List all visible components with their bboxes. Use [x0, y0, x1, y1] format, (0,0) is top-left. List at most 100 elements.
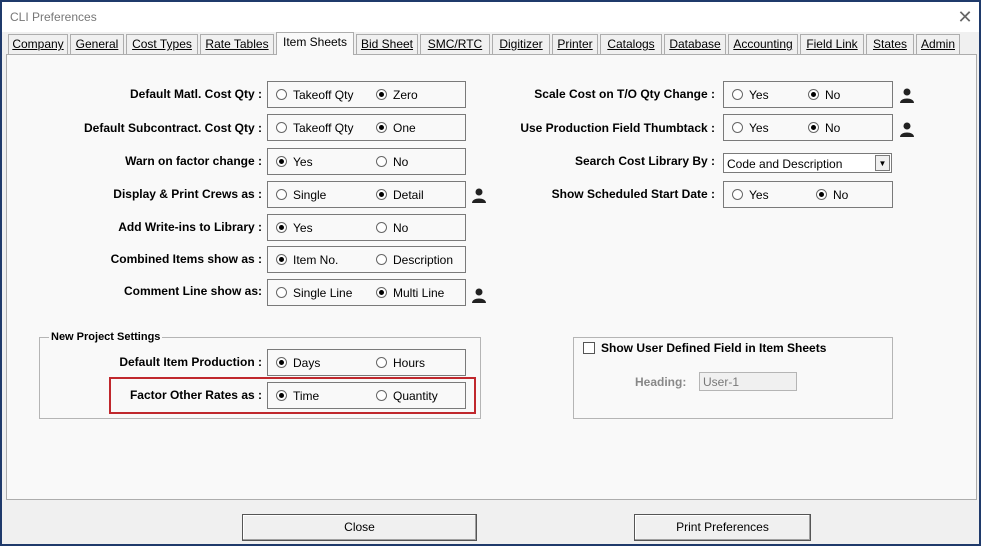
comment-line-group: Single Line Multi Line: [267, 279, 466, 306]
tab-accounting[interactable]: Accounting: [728, 34, 798, 54]
radio-selected-icon: [376, 287, 387, 298]
tab-field-link[interactable]: Field Link: [800, 34, 864, 54]
radio-icon: [732, 122, 743, 133]
item-production-label: Default Item Production :: [119, 355, 262, 369]
factor-rates-highlight: [109, 377, 476, 414]
comment-single-line-radio[interactable]: Single Line: [276, 286, 352, 300]
item-production-group: Days Hours: [267, 349, 466, 376]
search-library-value: Code and Description: [727, 157, 843, 171]
radio-selected-icon: [276, 222, 287, 233]
user-icon: [900, 88, 914, 103]
new-project-settings-title: New Project Settings: [49, 331, 163, 343]
user-icon: [472, 288, 486, 303]
tab-admin[interactable]: Admin: [916, 34, 960, 54]
tab-company[interactable]: Company: [8, 34, 68, 54]
subcontract-cost-qty-label: Default Subcontract. Cost Qty :: [83, 121, 262, 135]
heading-input[interactable]: User-1: [699, 372, 797, 391]
close-button[interactable]: Close: [242, 514, 477, 541]
radio-icon: [732, 189, 743, 200]
matl-cost-qty-group: Takeoff Qty Zero: [267, 81, 466, 108]
matl-takeoff-qty-radio[interactable]: Takeoff Qty: [276, 88, 353, 102]
radio-selected-icon: [808, 89, 819, 100]
radio-selected-icon: [276, 357, 287, 368]
radio-icon: [376, 357, 387, 368]
heading-label: Heading:: [635, 375, 687, 389]
display-crews-group: Single Detail: [267, 181, 466, 208]
scale-no-radio[interactable]: No: [808, 88, 840, 102]
user-icon: [900, 122, 914, 137]
show-user-defined-label: Show User Defined Field in Item Sheets: [601, 341, 827, 355]
sub-takeoff-qty-radio[interactable]: Takeoff Qty: [276, 121, 353, 135]
radio-icon: [276, 189, 287, 200]
close-icon[interactable]: ✕: [954, 6, 976, 28]
radio-icon: [276, 89, 287, 100]
tab-printer[interactable]: Printer: [552, 34, 598, 54]
radio-selected-icon: [808, 122, 819, 133]
production-hours-radio[interactable]: Hours: [376, 356, 425, 370]
warn-yes-radio[interactable]: Yes: [276, 155, 313, 169]
window-title: CLI Preferences: [10, 10, 97, 24]
title-bar: CLI Preferences ✕: [2, 2, 979, 32]
combined-items-label: Combined Items show as :: [110, 252, 262, 266]
write-ins-label: Add Write-ins to Library :: [118, 220, 262, 234]
subcontract-cost-qty-group: Takeoff Qty One: [267, 114, 466, 141]
crews-single-radio[interactable]: Single: [276, 188, 326, 202]
item-sheets-panel: Default Matl. Cost Qty : Takeoff Qty Zer…: [6, 54, 977, 500]
scale-cost-label: Scale Cost on T/O Qty Change :: [534, 87, 715, 101]
production-days-radio[interactable]: Days: [276, 356, 320, 370]
combined-description-radio[interactable]: Description: [376, 253, 453, 267]
start-date-label: Show Scheduled Start Date :: [551, 187, 715, 201]
tab-general[interactable]: General: [70, 34, 124, 54]
radio-icon: [376, 222, 387, 233]
display-crews-label: Display & Print Crews as :: [113, 187, 262, 201]
start-date-yes-radio[interactable]: Yes: [732, 188, 769, 202]
tab-cost-types[interactable]: Cost Types: [126, 34, 198, 54]
thumbtack-no-radio[interactable]: No: [808, 121, 840, 135]
tab-states[interactable]: States: [866, 34, 914, 54]
preferences-window: CLI Preferences ✕ Company General Cost T…: [0, 0, 981, 546]
tab-database[interactable]: Database: [664, 34, 726, 54]
combined-items-group: Item No. Description: [267, 246, 466, 273]
start-date-group: Yes No: [723, 181, 893, 208]
radio-selected-icon: [276, 156, 287, 167]
comment-line-label: Comment Line show as:: [123, 284, 262, 298]
print-preferences-button[interactable]: Print Preferences: [634, 514, 811, 541]
radio-icon: [732, 89, 743, 100]
radio-selected-icon: [376, 189, 387, 200]
write-ins-yes-radio[interactable]: Yes: [276, 221, 313, 235]
write-ins-group: Yes No: [267, 214, 466, 241]
thumbtack-yes-radio[interactable]: Yes: [732, 121, 769, 135]
matl-cost-qty-label: Default Matl. Cost Qty :: [129, 87, 262, 101]
radio-selected-icon: [376, 122, 387, 133]
warn-factor-group: Yes No: [267, 148, 466, 175]
tab-smc-rtc[interactable]: SMC/RTC: [420, 34, 490, 54]
chevron-down-icon[interactable]: ▼: [875, 155, 890, 171]
tab-catalogs[interactable]: Catalogs: [600, 34, 662, 54]
sub-one-radio[interactable]: One: [376, 121, 416, 135]
matl-zero-radio[interactable]: Zero: [376, 88, 418, 102]
scale-yes-radio[interactable]: Yes: [732, 88, 769, 102]
combined-item-no-radio[interactable]: Item No.: [276, 253, 338, 267]
thumbtack-group: Yes No: [723, 114, 893, 141]
search-library-dropdown[interactable]: Code and Description ▼: [723, 153, 892, 173]
warn-factor-label: Warn on factor change :: [125, 154, 262, 168]
radio-selected-icon: [376, 89, 387, 100]
tab-rate-tables[interactable]: Rate Tables: [200, 34, 274, 54]
tab-digitizer[interactable]: Digitizer: [492, 34, 550, 54]
tab-item-sheets[interactable]: Item Sheets: [276, 32, 354, 55]
comment-multi-line-radio[interactable]: Multi Line: [376, 286, 444, 300]
radio-selected-icon: [276, 254, 287, 265]
thumbtack-label: Use Production Field Thumbtack :: [520, 121, 715, 135]
search-library-label: Search Cost Library By :: [574, 154, 715, 168]
warn-no-radio[interactable]: No: [376, 155, 408, 169]
scale-cost-group: Yes No: [723, 81, 893, 108]
radio-icon: [376, 254, 387, 265]
radio-icon: [376, 156, 387, 167]
radio-icon: [276, 122, 287, 133]
tab-bid-sheet[interactable]: Bid Sheet: [356, 34, 418, 54]
crews-detail-radio[interactable]: Detail: [376, 188, 424, 202]
start-date-no-radio[interactable]: No: [816, 188, 848, 202]
write-ins-no-radio[interactable]: No: [376, 221, 408, 235]
show-user-defined-checkbox[interactable]: [583, 342, 595, 354]
radio-icon: [276, 287, 287, 298]
